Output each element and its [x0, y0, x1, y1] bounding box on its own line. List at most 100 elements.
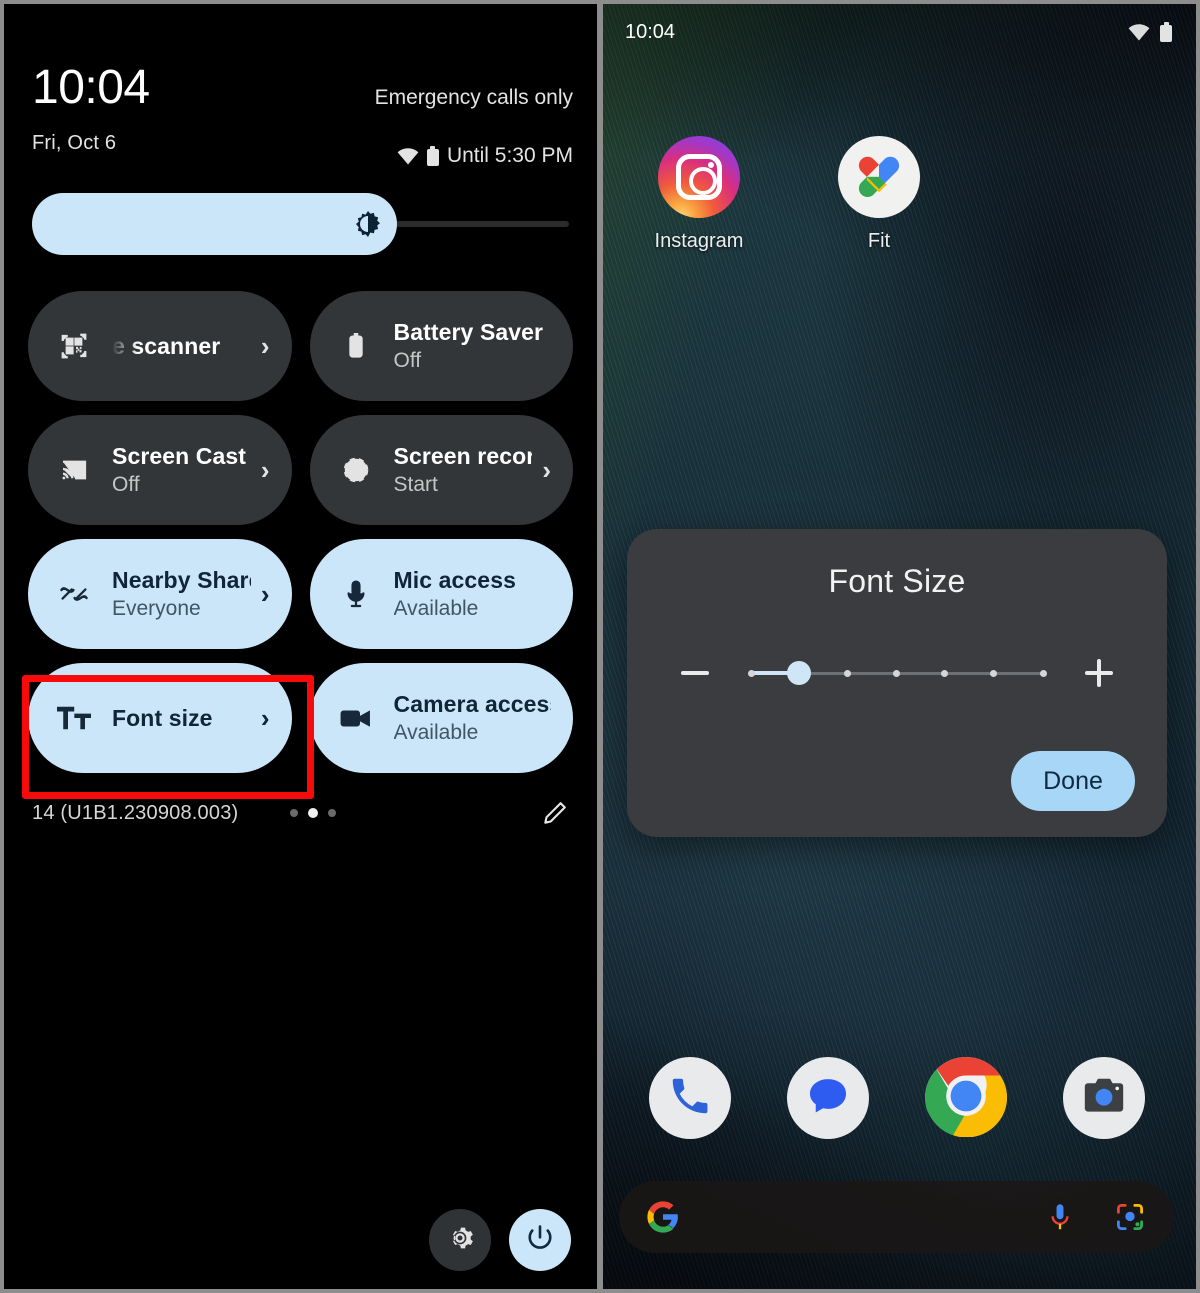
tile-subtitle: Available [393, 721, 479, 744]
app-label: Instagram [654, 230, 744, 252]
page-indicator-dots [290, 808, 336, 818]
microphone-icon[interactable] [1042, 1199, 1078, 1235]
pencil-edit-icon[interactable] [541, 799, 569, 827]
tile-screen-record[interactable]: Screen record Start › [309, 415, 573, 525]
chevron-right-icon[interactable]: › [542, 457, 551, 483]
quick-settings-footer: 14 (U1B1.230908.003) [32, 795, 569, 831]
screen-record-icon [338, 452, 374, 488]
camera-icon [1080, 1072, 1128, 1125]
chevron-right-icon[interactable]: › [261, 581, 270, 607]
slider-tick-6[interactable] [989, 669, 997, 677]
font-size-slider[interactable] [747, 653, 1047, 693]
tile-text-group: Screen Cast Off [112, 443, 251, 497]
tile-subtitle: Off [393, 349, 422, 372]
home-screen-panel: 10:04 Instagram Fit Font Size Done [597, 0, 1200, 1293]
tile-nearby-share[interactable]: Nearby Share Everyone › [28, 539, 292, 649]
tile-title: e scanner [112, 332, 221, 359]
tile-mic-access[interactable]: Mic access Available [309, 539, 573, 649]
tile-font-size[interactable]: Font size › [28, 663, 292, 773]
wifi-icon [397, 147, 419, 165]
nearby-share-icon [56, 576, 92, 612]
page-dot-2-active[interactable] [308, 808, 318, 818]
tile-screen-cast[interactable]: Screen Cast Off › [28, 415, 292, 525]
tile-text-group: e scanner [112, 333, 251, 360]
qs-carrier-label: Emergency calls only [374, 86, 573, 109]
instagram-icon [658, 136, 740, 218]
screen-cast-icon [56, 452, 92, 488]
tile-subtitle: Everyone [112, 597, 201, 620]
slider-tick-7[interactable] [1039, 669, 1047, 677]
chevron-right-icon[interactable]: › [261, 705, 270, 731]
slider-tick-3[interactable] [844, 669, 852, 677]
quick-settings-header: 10:04 Fri, Oct 6 Emergency calls only Un… [4, 4, 597, 168]
font-size-slider-row [627, 647, 1167, 699]
chevron-right-icon[interactable]: › [261, 457, 270, 483]
brightness-slider[interactable] [32, 193, 569, 255]
google-search-bar[interactable] [619, 1181, 1174, 1253]
google-lens-icon[interactable] [1112, 1199, 1148, 1235]
tile-camera-access[interactable]: Camera access Available [309, 663, 573, 773]
microphone-icon [338, 576, 374, 612]
google-fit-icon [838, 136, 920, 218]
battery-icon [1160, 22, 1172, 42]
tile-subtitle: Start [393, 473, 438, 496]
settings-button[interactable] [429, 1209, 491, 1271]
brightness-icon [353, 209, 383, 239]
tile-subtitle: Off [112, 473, 140, 496]
dock-messages[interactable] [786, 1057, 869, 1139]
page-dot-1[interactable] [290, 809, 298, 817]
battery-saver-icon [338, 328, 374, 364]
tile-text-group: Nearby Share Everyone [112, 567, 251, 621]
slider-tick-1[interactable] [747, 669, 755, 677]
tile-text-group: Battery Saver Off [394, 319, 552, 373]
app-instagram[interactable]: Instagram [639, 136, 759, 253]
font-size-dialog-title: Font Size [828, 563, 966, 599]
tile-title: Camera access [393, 691, 552, 717]
home-status-time: 10:04 [625, 20, 676, 43]
home-dock [597, 1057, 1196, 1139]
messages-icon [805, 1073, 851, 1124]
qs-status-group: Until 5:30 PM [397, 144, 573, 168]
brightness-fill [32, 193, 398, 255]
tile-subtitle: Available [393, 597, 479, 620]
qs-battery-status: Until 5:30 PM [446, 144, 573, 167]
power-button[interactable] [509, 1209, 571, 1271]
home-status-icons [1128, 22, 1172, 42]
panel-divider [597, 0, 603, 1293]
quick-settings-panel: 10:04 Fri, Oct 6 Emergency calls only Un… [0, 0, 597, 1293]
slider-thumb[interactable] [787, 661, 812, 685]
slider-tick-5[interactable] [941, 669, 949, 677]
done-button[interactable]: Done [1011, 751, 1135, 811]
screenshot-root: 10:04 Fri, Oct 6 Emergency calls only Un… [0, 0, 1200, 1293]
quick-settings-tiles: e scanner › Battery Saver Off Screen Cas… [28, 291, 573, 773]
slider-tick-4[interactable] [892, 669, 900, 677]
tile-text-group: Screen record Start [394, 443, 533, 497]
page-dot-3[interactable] [328, 809, 336, 817]
tile-qr-code-scanner[interactable]: e scanner › [28, 291, 292, 401]
chevron-right-icon[interactable]: › [261, 333, 270, 359]
tile-text-group: Camera access Available [394, 691, 552, 745]
dock-phone[interactable] [648, 1057, 731, 1139]
tile-title: Screen Cast [112, 443, 247, 469]
tile-text-group: Font size [112, 705, 251, 732]
phone-icon [667, 1073, 713, 1124]
wifi-icon [1128, 23, 1150, 41]
app-fit[interactable]: Fit [819, 136, 939, 253]
tile-text-group: Mic access Available [394, 567, 552, 621]
home-status-bar: 10:04 [597, 4, 1196, 60]
dock-chrome[interactable] [924, 1057, 1007, 1139]
tile-title: Battery Saver [393, 319, 544, 345]
app-label: Fit [867, 230, 891, 252]
camera-icon [338, 700, 374, 736]
decrease-font-size-button[interactable] [675, 653, 715, 693]
power-icon [525, 1223, 555, 1258]
tile-battery-saver[interactable]: Battery Saver Off [309, 291, 573, 401]
chrome-icon [924, 1057, 1007, 1139]
tile-title: Font size [112, 704, 213, 731]
gear-icon [445, 1223, 475, 1258]
dock-camera[interactable] [1062, 1057, 1145, 1139]
increase-font-size-button[interactable] [1079, 653, 1119, 693]
font-size-icon [56, 700, 92, 736]
build-version-label: 14 (U1B1.230908.003) [32, 801, 239, 824]
quick-settings-actions [429, 1209, 571, 1271]
